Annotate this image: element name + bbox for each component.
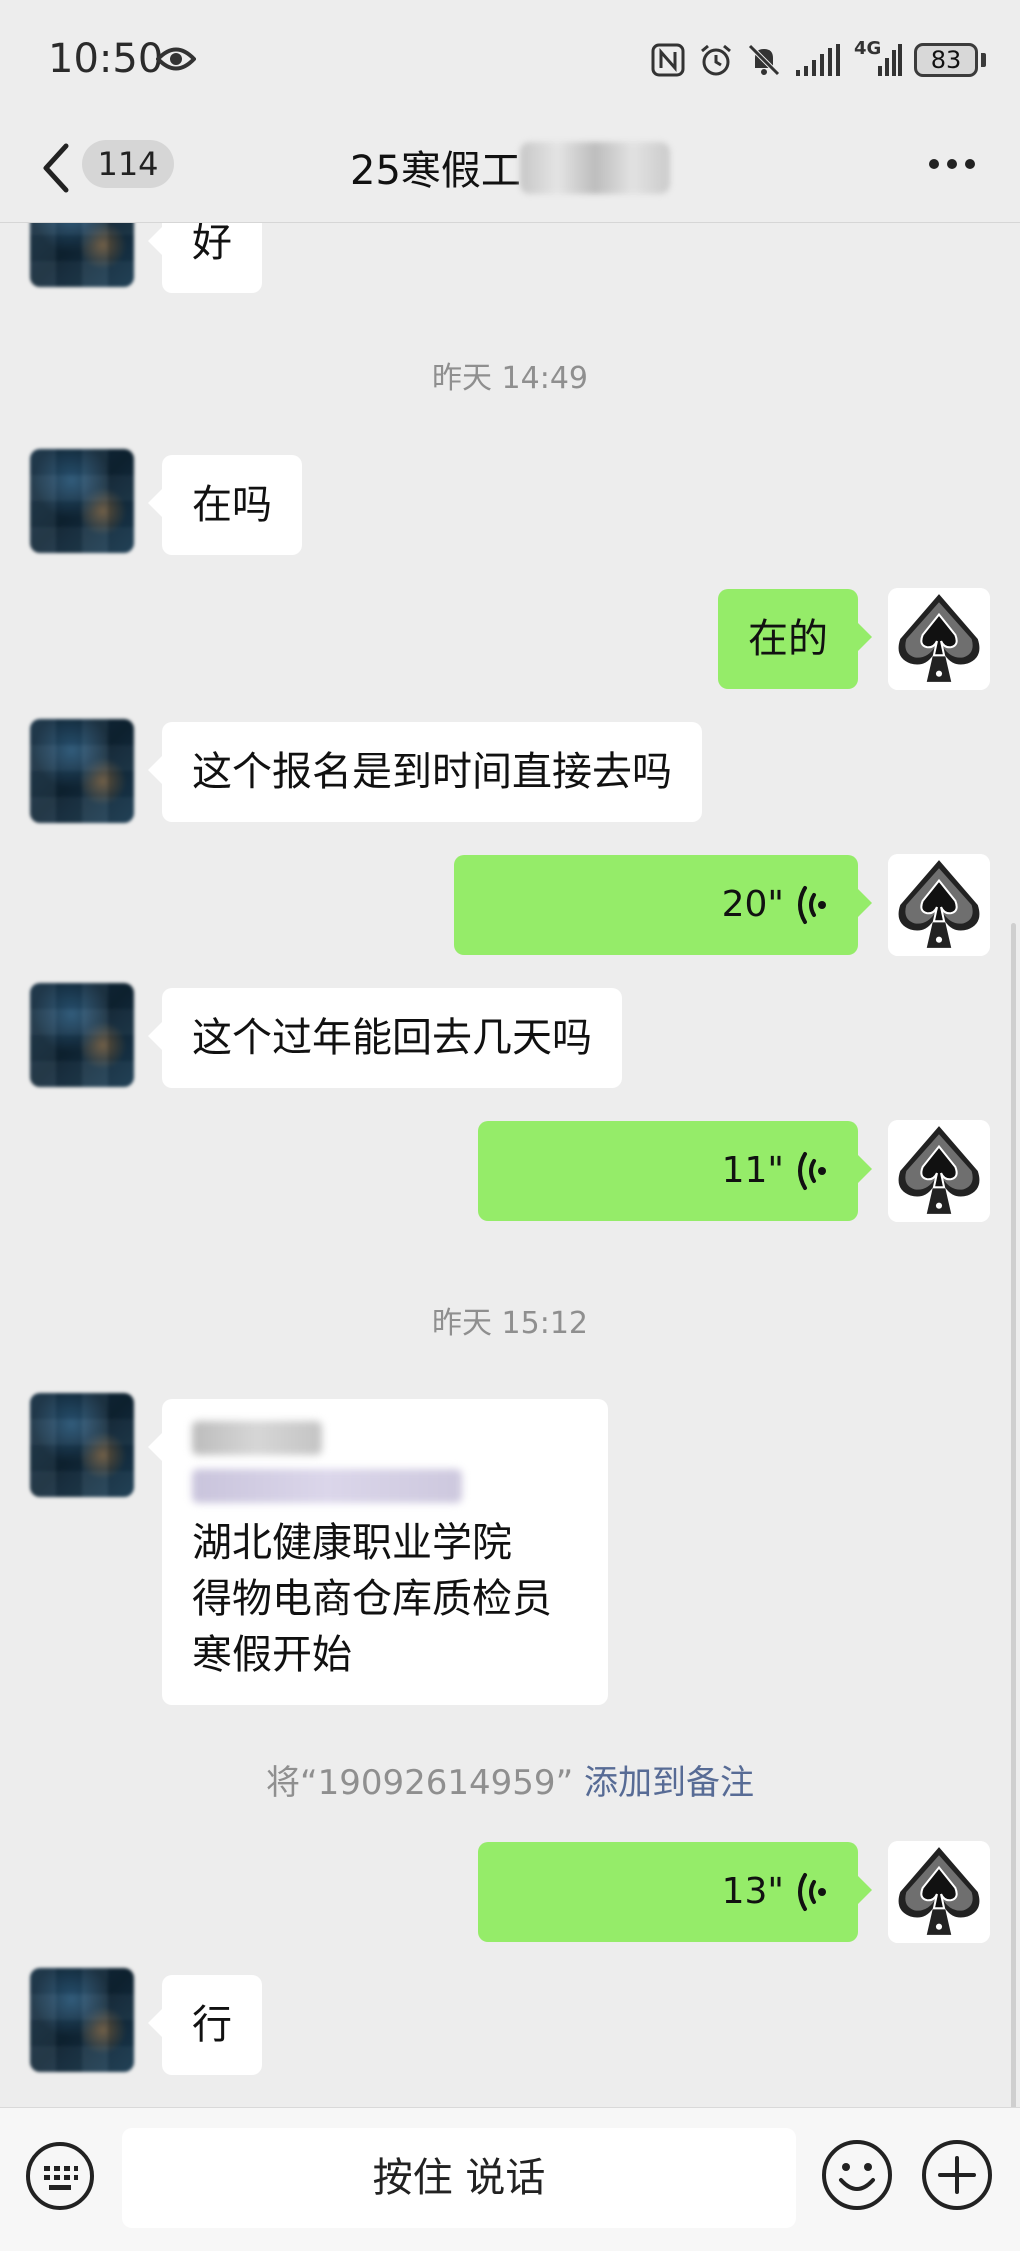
voice-message-sent[interactable]: 11" — [478, 1121, 872, 1221]
redacted-text — [192, 1421, 322, 1455]
message-text: 行 — [192, 2002, 232, 2048]
signal-icon — [796, 44, 840, 76]
message-bubble-received[interactable]: 行 — [148, 1975, 262, 2075]
status-time: 10:50 — [48, 36, 164, 82]
voice-icon — [794, 1151, 828, 1191]
chat-header: 114 25寒假工 — [0, 118, 1020, 223]
contact-avatar[interactable] — [30, 983, 134, 1087]
redacted-text — [192, 1469, 462, 1503]
self-avatar[interactable] — [888, 854, 990, 956]
message-text: 寒假开始 — [192, 1632, 352, 1678]
message-text: 得物电商仓库质检员 — [192, 1576, 552, 1622]
message-text: 这个过年能回去几天吗 — [192, 1015, 592, 1061]
message-bubble-received[interactable]: 好 — [148, 223, 262, 293]
message-bubble-sent[interactable]: 在的 — [718, 589, 872, 689]
voice-message-sent[interactable]: 20" — [454, 855, 872, 955]
eye-icon — [156, 47, 196, 71]
alarm-icon — [701, 44, 731, 76]
message-text: 好 — [192, 223, 232, 266]
voice-icon — [794, 1872, 828, 1912]
nfc-icon — [651, 43, 685, 77]
voice-message-sent[interactable]: 13" — [478, 1842, 872, 1942]
back-icon[interactable] — [38, 140, 72, 196]
title-redacted — [520, 142, 670, 194]
contact-avatar[interactable] — [30, 223, 134, 287]
system-note: 将“19092614959” 添加到备注 — [0, 1755, 1020, 1804]
voice-duration: 20" — [721, 884, 784, 925]
hold-to-talk-button[interactable]: 按住 说话 — [122, 2128, 796, 2228]
message-bubble-received[interactable]: 这个报名是到时间直接去吗 — [148, 722, 702, 822]
self-avatar[interactable] — [888, 1120, 990, 1222]
message-text: 湖北健康职业学院 — [192, 1520, 512, 1566]
message-timestamp: 昨天 14:49 — [432, 361, 588, 396]
scrollbar[interactable] — [1011, 923, 1016, 2107]
message-list[interactable]: 好 昨天 14:49 在吗 在的 这个报名是到时间直接去吗 20" 这个过年能回… — [0, 223, 1020, 2107]
keyboard-icon[interactable] — [24, 2140, 96, 2212]
chat-title: 25寒假工 — [350, 148, 521, 194]
unread-count-badge[interactable]: 114 — [82, 140, 174, 188]
system-note-text: 将“19092614959” — [266, 1763, 574, 1803]
battery-level: 83 — [914, 43, 978, 77]
message-timestamp: 昨天 15:12 — [432, 1306, 588, 1341]
message-bubble-received[interactable]: 在吗 — [148, 455, 302, 555]
battery-icon: 83 — [914, 43, 986, 77]
more-icon[interactable] — [928, 156, 976, 172]
voice-duration: 13" — [721, 1871, 784, 1912]
voice-icon — [794, 885, 828, 925]
self-avatar[interactable] — [888, 588, 990, 690]
message-text: 这个报名是到时间直接去吗 — [192, 749, 672, 795]
message-text: 在的 — [748, 616, 828, 662]
status-icons: 4G 83 — [650, 38, 986, 82]
contact-avatar[interactable] — [30, 719, 134, 823]
message-text: 在吗 — [192, 482, 272, 528]
signal-bars-icon — [878, 44, 902, 76]
plus-icon[interactable] — [920, 2138, 994, 2212]
message-bubble-received[interactable]: 这个过年能回去几天吗 — [148, 988, 622, 1088]
add-remark-link[interactable]: 添加到备注 — [584, 1763, 754, 1803]
status-bar: 10:50 4G 83 — [0, 0, 1020, 118]
voice-duration: 11" — [721, 1150, 784, 1191]
self-avatar[interactable] — [888, 1841, 990, 1943]
message-bubble-received[interactable]: 湖北健康职业学院 得物电商仓库质检员 寒假开始 — [148, 1399, 608, 1705]
emoji-icon[interactable] — [820, 2138, 894, 2212]
contact-avatar[interactable] — [30, 449, 134, 553]
contact-avatar[interactable] — [30, 1968, 134, 2072]
network-signal: 4G — [854, 38, 902, 78]
input-bar: 按住 说话 — [0, 2107, 1020, 2251]
mute-icon — [748, 44, 780, 76]
contact-avatar[interactable] — [30, 1393, 134, 1497]
